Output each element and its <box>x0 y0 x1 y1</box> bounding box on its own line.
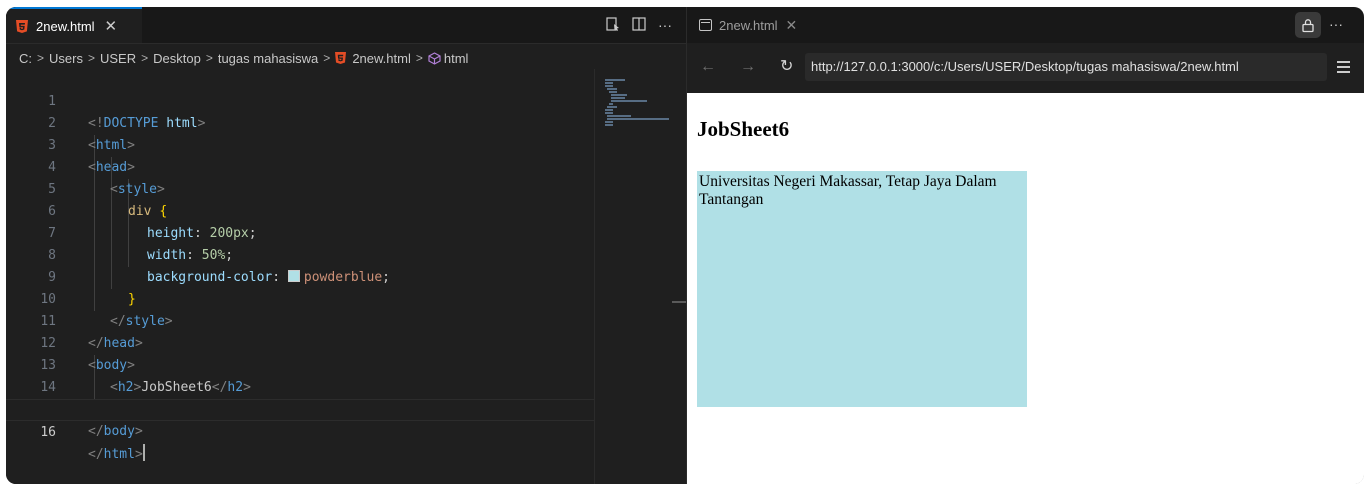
code-line: 6 height: 200px; <box>6 179 596 241</box>
close-icon[interactable]: ✕ <box>105 17 118 35</box>
minimap-line <box>611 97 625 99</box>
minimap-line <box>611 100 647 102</box>
chevron-right-icon: > <box>87 51 95 65</box>
minimap-line <box>607 115 631 117</box>
code-line: 12 <body> <box>6 311 596 373</box>
breadcrumb-item[interactable]: Desktop <box>153 51 201 66</box>
reload-icon[interactable]: ↻ <box>780 56 793 76</box>
code-line: 10 </style> <box>6 267 596 329</box>
code-line: 15 </body> <box>6 377 596 439</box>
open-preview-icon[interactable] <box>606 16 620 34</box>
breadcrumb-item[interactable]: USER <box>100 51 136 66</box>
forward-arrow-icon[interactable]: → <box>740 58 756 76</box>
chevron-right-icon: > <box>323 51 331 65</box>
breadcrumb: C: > Users > USER > Desktop > tugas maha… <box>6 47 686 69</box>
code-line: 3 <head> <box>6 113 596 175</box>
code-line-active: 16 </html> <box>6 399 596 462</box>
code-area[interactable]: 1 <!DOCTYPE html> 2 <html> 3 <head> 4 <s… <box>6 69 596 484</box>
browser-preview-icon <box>699 19 712 31</box>
address-bar: ← → ↻ http://127.0.0.1:3000/c:/Users/USE… <box>687 43 1364 93</box>
minimap-line <box>605 109 613 111</box>
preview-tab-label: 2new.html <box>719 17 778 33</box>
breadcrumb-item[interactable]: 2new.html <box>352 51 411 66</box>
breadcrumb-item[interactable]: html <box>444 51 469 66</box>
minimap-line <box>605 112 613 114</box>
powderblue-div: Universitas Negeri Makassar, Tetap Jaya … <box>697 171 1027 407</box>
minimap-line <box>607 106 617 108</box>
close-icon[interactable]: ✕ <box>786 17 798 34</box>
code-line: 9 } <box>6 245 596 307</box>
split-editor-icon[interactable] <box>632 16 646 34</box>
editor-pane: 2new.html ✕ ··· C: > Users > USER > Desk… <box>6 7 686 484</box>
minimap-line <box>607 118 669 120</box>
hamburger-menu-icon[interactable] <box>1337 61 1350 76</box>
preview-tab-2new-html[interactable]: 2new.html ✕ <box>687 7 797 43</box>
code-line: 11 </head> <box>6 289 596 351</box>
chevron-right-icon: > <box>205 51 213 65</box>
minimap-line <box>605 85 613 87</box>
chevron-right-icon: > <box>37 51 45 65</box>
html5-file-icon <box>16 19 28 33</box>
chevron-right-icon: > <box>415 51 423 65</box>
minimap-line <box>609 91 617 93</box>
breadcrumb-item[interactable]: tugas mahasiswa <box>218 51 318 66</box>
code-line: 14 <div>Universitas Negeri Makassar, Tet… <box>6 355 596 417</box>
chevron-right-icon: > <box>141 51 149 65</box>
code-line: 4 <style> <box>6 135 596 197</box>
code-line: 1 <!DOCTYPE html> <box>6 69 596 131</box>
url-input[interactable]: http://127.0.0.1:3000/c:/Users/USER/Desk… <box>805 53 1327 81</box>
html5-file-icon <box>335 52 347 64</box>
code-line: 8 background-color: powderblue; <box>6 223 596 285</box>
editor-tab-bar: 2new.html ✕ ··· <box>6 7 686 44</box>
more-actions-icon[interactable]: ··· <box>1329 7 1343 43</box>
cube-symbol-icon <box>428 51 441 65</box>
code-line: 5 div { <box>6 157 596 219</box>
lock-icon[interactable] <box>1295 12 1321 38</box>
breadcrumb-item[interactable]: Users <box>49 51 83 66</box>
minimap-line <box>609 103 613 105</box>
scrollbar-thumb[interactable] <box>672 301 686 303</box>
code-line: 2 <html> <box>6 91 596 153</box>
page-heading: JobSheet6 <box>697 117 790 141</box>
editor-tab-label: 2new.html <box>36 18 95 34</box>
rendered-page: JobSheet6 Universitas Negeri Makassar, T… <box>687 93 1364 484</box>
line-number: 16 <box>40 425 56 440</box>
code-line: 7 width: 50%; <box>6 201 596 263</box>
editor-scrollbar[interactable] <box>672 69 686 484</box>
minimap-line <box>605 79 625 81</box>
minimap-line <box>605 121 613 123</box>
back-arrow-icon[interactable]: ← <box>700 58 716 76</box>
preview-tab-bar: 2new.html ✕ ··· <box>687 7 1364 43</box>
minimap-line <box>605 124 613 126</box>
preview-pane: 2new.html ✕ ··· ← → ↻ http://127.0.0.1:3… <box>686 7 1364 484</box>
editor-tab-2new-html[interactable]: 2new.html ✕ <box>6 7 142 43</box>
minimap-line <box>607 88 617 90</box>
code-line-text: </body> <box>88 424 143 439</box>
window-frame: 2new.html ✕ ··· C: > Users > USER > Desk… <box>6 7 1364 484</box>
text-cursor <box>142 444 145 461</box>
minimap-line <box>611 94 627 96</box>
editor-tab-actions: ··· <box>606 7 672 43</box>
breadcrumb-item[interactable]: C: <box>19 51 32 66</box>
minimap-line <box>605 82 613 84</box>
code-line-text: </html> <box>88 444 145 466</box>
minimap[interactable] <box>594 69 673 484</box>
code-line: 13 <h2>JobSheet6</h2> <box>6 333 596 395</box>
more-actions-icon[interactable]: ··· <box>658 17 672 33</box>
